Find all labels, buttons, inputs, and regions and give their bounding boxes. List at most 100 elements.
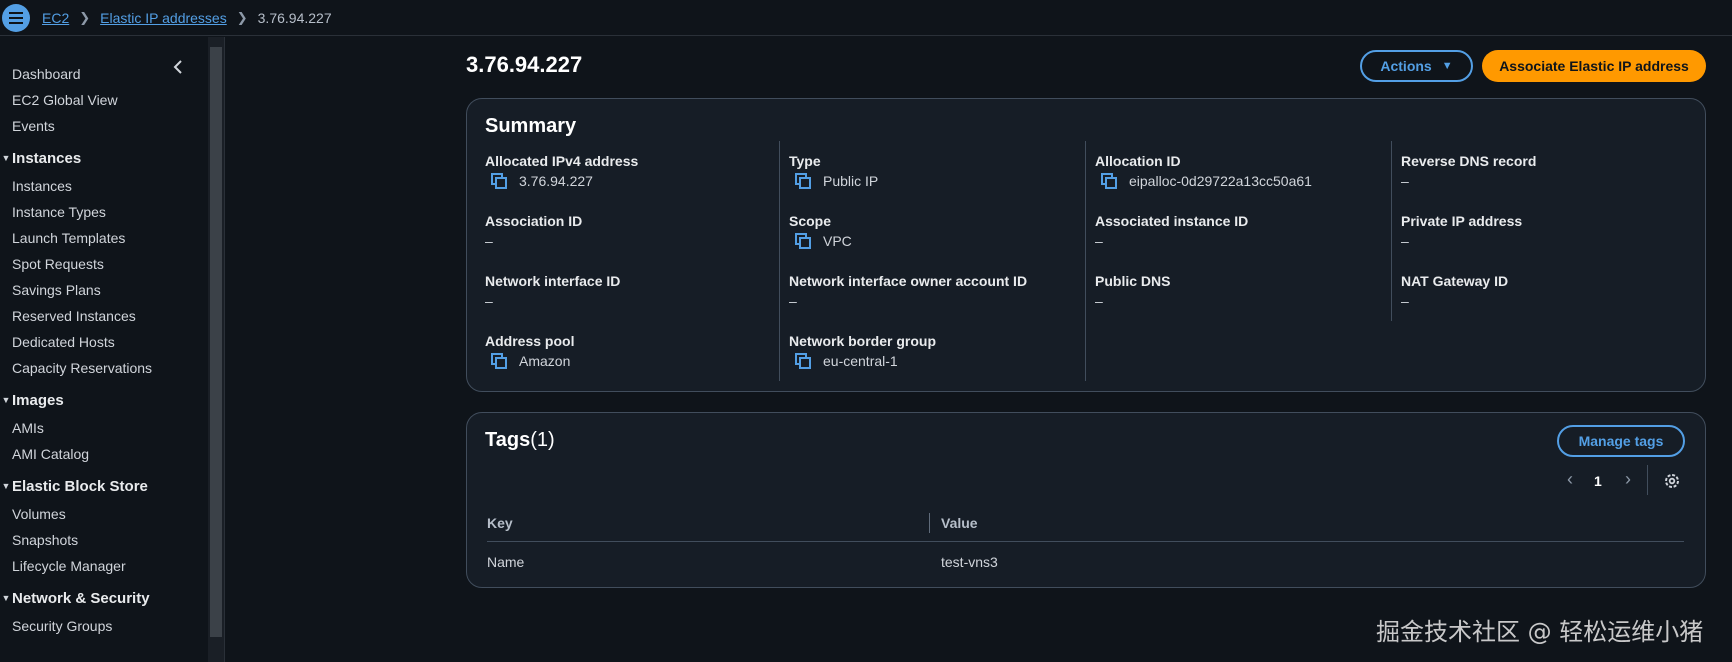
column-resizer[interactable] bbox=[929, 513, 930, 533]
field-label: Allocation ID bbox=[1095, 153, 1181, 169]
breadcrumb-ec2[interactable]: EC2 bbox=[42, 10, 69, 26]
field-label: Scope bbox=[789, 213, 832, 229]
network-interface-owner-value: – bbox=[789, 293, 797, 309]
sidebar-section-network-security[interactable]: ▼ Network & Security bbox=[0, 590, 150, 607]
field-value-text: Public IP bbox=[823, 173, 879, 189]
field-label: Type bbox=[789, 153, 821, 169]
sidebar-section-elastic-block-store[interactable]: ▼ Elastic Block Store bbox=[0, 478, 148, 495]
sidebar-item-spot-requests[interactable]: Spot Requests bbox=[12, 256, 104, 272]
sidebar-section-label: Elastic Block Store bbox=[12, 478, 148, 495]
copy-icon[interactable] bbox=[1101, 173, 1117, 189]
sidebar-item-ami-catalog[interactable]: AMI Catalog bbox=[12, 446, 89, 462]
sidebar-item-dashboard[interactable]: Dashboard bbox=[12, 66, 81, 82]
field-label: Association ID bbox=[485, 213, 583, 229]
sidebar-section-label: Network & Security bbox=[12, 590, 150, 607]
gear-icon[interactable] bbox=[1663, 472, 1681, 490]
type-value: Public IP bbox=[795, 173, 878, 189]
tags-heading-label: Tags bbox=[485, 429, 531, 451]
sidebar-item-instances[interactable]: Instances bbox=[12, 178, 72, 194]
field-label: Network interface ID bbox=[485, 273, 621, 289]
network-border-group-value: eu-central-1 bbox=[795, 353, 898, 369]
copy-icon[interactable] bbox=[795, 173, 811, 189]
chevron-right-icon: ❯ bbox=[236, 9, 248, 25]
watermark: 掘金技术社区 @ 轻松运维小猪 bbox=[1376, 618, 1704, 646]
pager-divider bbox=[1647, 465, 1648, 495]
associated-instance-id-value: – bbox=[1095, 233, 1103, 249]
scope-value: VPC bbox=[795, 233, 852, 249]
associate-elastic-ip-button[interactable]: Associate Elastic IP address bbox=[1482, 50, 1706, 82]
private-ip-value: – bbox=[1401, 233, 1409, 249]
field-label: Network interface owner account ID bbox=[789, 273, 1028, 289]
column-header-value[interactable]: Value bbox=[941, 515, 978, 531]
table-cell-key: Name bbox=[487, 554, 525, 570]
network-interface-id-value: – bbox=[485, 293, 493, 309]
sidebar-item-launch-templates[interactable]: Launch Templates bbox=[12, 230, 125, 246]
sidebar-item-lifecycle-manager[interactable]: Lifecycle Manager bbox=[12, 558, 126, 574]
field-value-text: VPC bbox=[823, 233, 852, 249]
caret-down-icon: ▼ bbox=[1, 395, 11, 405]
breadcrumb-current: 3.76.94.227 bbox=[257, 9, 332, 26]
sidebar-item-events[interactable]: Events bbox=[12, 118, 55, 134]
field-label: Allocated IPv4 address bbox=[485, 153, 639, 169]
actions-label: Actions bbox=[1380, 58, 1432, 74]
tags-heading: Tags(1) bbox=[485, 429, 555, 452]
chevron-left-icon[interactable]: ‹ bbox=[1567, 469, 1573, 490]
sidebar-section-images[interactable]: ▼ Images bbox=[0, 392, 64, 409]
field-label: Associated instance ID bbox=[1095, 213, 1249, 229]
column-divider bbox=[779, 141, 780, 381]
breadcrumb: EC2 ❯ Elastic IP addresses ❯ 3.76.94.227 bbox=[42, 10, 332, 26]
sidebar-section-instances[interactable]: ▼ Instances bbox=[0, 150, 82, 167]
pagination-page[interactable]: 1 bbox=[1594, 473, 1602, 489]
sidebar-item-reserved-instances[interactable]: Reserved Instances bbox=[12, 308, 136, 324]
caret-down-icon: ▼ bbox=[1, 593, 11, 603]
sidebar-scrollbar[interactable] bbox=[208, 37, 224, 662]
sidebar-item-dedicated-hosts[interactable]: Dedicated Hosts bbox=[12, 334, 115, 350]
field-label: NAT Gateway ID bbox=[1401, 273, 1509, 289]
page-title: 3.76.94.227 bbox=[466, 52, 583, 77]
sidebar-item-savings-plans[interactable]: Savings Plans bbox=[12, 282, 101, 298]
menu-icon[interactable] bbox=[2, 3, 30, 32]
sidebar-item-instance-types[interactable]: Instance Types bbox=[12, 204, 106, 220]
manage-tags-button[interactable]: Manage tags bbox=[1557, 425, 1685, 457]
tags-panel: Tags(1) Manage tags ‹ 1 › Key Value Name… bbox=[466, 412, 1706, 588]
tags-count: (1) bbox=[530, 429, 555, 451]
field-label: Address pool bbox=[485, 333, 575, 349]
chevron-right-icon[interactable]: › bbox=[1625, 469, 1631, 490]
collapse-sidebar-icon[interactable] bbox=[170, 58, 186, 76]
copy-icon[interactable] bbox=[491, 173, 507, 189]
sidebar-section-label: Instances bbox=[12, 150, 82, 167]
field-value-text: 3.76.94.227 bbox=[519, 173, 593, 189]
field-label: Reverse DNS record bbox=[1401, 153, 1537, 169]
sidebar-divider bbox=[224, 37, 225, 662]
sidebar-item-ec2-global-view[interactable]: EC2 Global View bbox=[12, 92, 118, 108]
nat-gateway-id-value: – bbox=[1401, 293, 1409, 309]
allocated-ipv4-value: 3.76.94.227 bbox=[491, 173, 593, 189]
sidebar-item-snapshots[interactable]: Snapshots bbox=[12, 532, 78, 548]
breadcrumb-elastic-ip-addresses[interactable]: Elastic IP addresses bbox=[100, 10, 227, 26]
caret-down-icon: ▼ bbox=[1, 481, 11, 491]
sidebar-section-label: Images bbox=[12, 392, 64, 409]
allocation-id-value: eipalloc-0d29722a13cc50a61 bbox=[1101, 173, 1312, 189]
scrollbar-thumb[interactable] bbox=[210, 47, 222, 637]
table-row-divider bbox=[487, 541, 1684, 542]
sidebar-item-amis[interactable]: AMIs bbox=[12, 420, 44, 436]
association-id-value: – bbox=[485, 233, 493, 249]
field-value-text: eu-central-1 bbox=[823, 353, 898, 369]
sidebar-item-volumes[interactable]: Volumes bbox=[12, 506, 66, 522]
field-value-text: eipalloc-0d29722a13cc50a61 bbox=[1129, 173, 1312, 189]
summary-heading: Summary bbox=[485, 115, 577, 137]
reverse-dns-value: – bbox=[1401, 173, 1409, 189]
table-cell-value: test-vns3 bbox=[941, 554, 998, 570]
sidebar-item-security-groups[interactable]: Security Groups bbox=[12, 618, 112, 634]
copy-icon[interactable] bbox=[491, 353, 507, 369]
summary-panel: Summary Allocated IPv4 address 3.76.94.2… bbox=[466, 98, 1706, 392]
address-pool-value: Amazon bbox=[491, 353, 570, 369]
field-label: Network border group bbox=[789, 333, 937, 349]
copy-icon[interactable] bbox=[795, 353, 811, 369]
copy-icon[interactable] bbox=[795, 233, 811, 249]
column-header-key[interactable]: Key bbox=[487, 515, 513, 531]
actions-button[interactable]: Actions ▼ bbox=[1360, 50, 1473, 82]
chevron-right-icon: ❯ bbox=[79, 9, 91, 25]
sidebar-item-capacity-reservations[interactable]: Capacity Reservations bbox=[12, 360, 152, 376]
caret-down-icon: ▼ bbox=[1, 153, 11, 163]
